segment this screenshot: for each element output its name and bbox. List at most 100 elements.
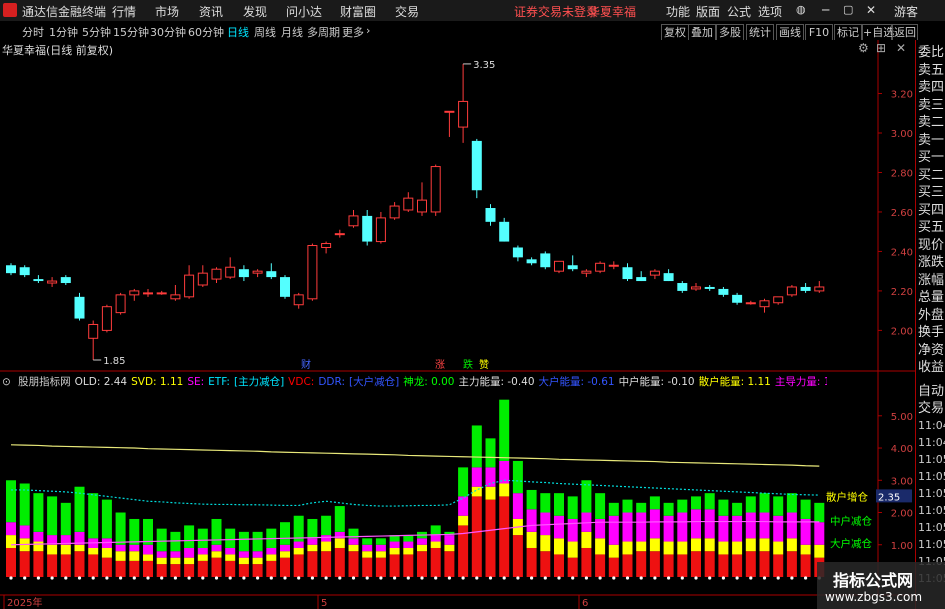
minimize-icon[interactable]: ─ (822, 3, 829, 17)
bar-magenta (252, 551, 263, 558)
quote-field-label[interactable]: 卖二 (918, 114, 945, 131)
bar-magenta (170, 551, 181, 558)
bar-yellow (773, 541, 784, 555)
baseline-dot (351, 576, 356, 580)
quote-field-label[interactable]: 买二 (918, 167, 945, 184)
quote-field-label[interactable]: 卖一 (918, 132, 945, 149)
price-axis-label: 3.20 (891, 90, 913, 101)
period-60min[interactable]: 60分钟 (188, 24, 224, 40)
bar-yellow (225, 554, 236, 561)
candle-body (718, 288, 729, 295)
quote-field-label[interactable]: 现价 (918, 237, 945, 254)
quote-field-label[interactable]: 买五 (918, 219, 945, 236)
baseline-dot (132, 576, 136, 580)
trade-tick-item[interactable]: 11:05 (918, 468, 945, 485)
period-monthly[interactable]: 月线 (281, 24, 303, 40)
bar-yellow (622, 541, 633, 555)
bar-red (608, 557, 619, 577)
quote-field-label[interactable]: 外盘 (918, 307, 945, 324)
bar-magenta (800, 518, 811, 545)
trade-tick-item[interactable]: 11:04 (918, 417, 945, 434)
quote-field-label[interactable]: 涨幅 (918, 272, 945, 289)
candle-body (170, 294, 181, 300)
bar-magenta (321, 535, 332, 542)
menu-quotes[interactable]: 行情 (112, 3, 136, 20)
guest-user[interactable]: 游客 (894, 3, 918, 20)
menu-trade[interactable]: 交易 (395, 3, 419, 20)
trade-status[interactable]: 证券交易未登录 (514, 3, 598, 20)
maximize-icon[interactable]: ▢ (843, 3, 853, 16)
trade-tick-item[interactable]: 11:05 (918, 536, 945, 553)
trade-tick-item[interactable]: 11:04 (918, 434, 945, 451)
candle-body (691, 286, 701, 290)
gear-icon[interactable]: ⚙ (858, 41, 869, 55)
bar-magenta (691, 509, 701, 539)
baseline-dot (680, 576, 684, 580)
period-multi[interactable]: 多周期 (307, 24, 340, 40)
bar-red (622, 554, 633, 577)
kline-chart[interactable]: 2.00 2.20 2.40 2.60 2.80 3.00 3.20 3.35 1.85 财 涨 跌赞… (0, 40, 917, 609)
candle-body (608, 264, 619, 267)
bar-yellow (211, 551, 222, 558)
quote-field-label[interactable]: 买四 (918, 202, 945, 219)
trade-tick-item[interactable]: 11:05 (918, 451, 945, 468)
period-daily[interactable]: 日线 (227, 24, 249, 40)
menu-options[interactable]: 选项 (758, 3, 782, 20)
period-15min[interactable]: 15分钟 (113, 24, 149, 40)
quote-field-label[interactable]: 涨跌 (918, 254, 945, 271)
quote-field-label[interactable]: 收益 (918, 359, 945, 376)
candle-body (211, 268, 222, 280)
quote-field-label[interactable]: 买一 (918, 149, 945, 166)
bar-red (375, 557, 386, 577)
quote-field-label[interactable]: 委比 (918, 44, 945, 61)
quote-field-label[interactable]: 换手 (918, 324, 945, 341)
menu-market[interactable]: 市场 (155, 3, 179, 20)
quote-field-label[interactable]: 卖五 (918, 62, 945, 79)
bar-red (745, 551, 756, 577)
quote-field-label[interactable]: 买三 (918, 184, 945, 201)
trade-tick-item[interactable]: 11:05 (918, 519, 945, 536)
quote-field-label[interactable]: 总量 (918, 289, 945, 306)
bar-red (362, 557, 373, 577)
trade-tick-item[interactable]: 自动 (918, 383, 945, 400)
bar-green (238, 531, 249, 552)
shield-icon[interactable]: ◍ (796, 3, 806, 16)
menu-wealth[interactable]: 财富圈 (340, 3, 376, 20)
event-tag: 赞 (479, 358, 489, 371)
trade-tick-item[interactable]: 11:05 (918, 485, 945, 502)
bar-magenta (375, 544, 386, 552)
period-weekly[interactable]: 周线 (254, 24, 276, 40)
bar-red (499, 496, 510, 577)
period-more[interactable]: 更多 (342, 24, 364, 40)
trade-tick-item[interactable]: 交易 (918, 400, 945, 417)
close-pane-icon[interactable]: ✕ (896, 41, 906, 55)
trade-tick-item[interactable]: 11:05 (918, 502, 945, 519)
menu-function[interactable]: 功能 (666, 3, 690, 20)
baseline-dot (64, 576, 68, 580)
bar-magenta (471, 467, 482, 487)
menu-news[interactable]: 资讯 (199, 3, 223, 20)
expand-icon[interactable]: ⊞ (876, 41, 886, 55)
menu-layout[interactable]: 版面 (696, 3, 720, 20)
value-box-label: 2.35 (878, 492, 900, 503)
indicator-dot-icon[interactable]: ⊙ (2, 376, 11, 388)
bar-yellow (74, 544, 85, 552)
menu-formula[interactable]: 公式 (727, 3, 751, 20)
period-5min[interactable]: 5分钟 (82, 24, 111, 40)
quote-field-label[interactable]: 卖四 (918, 79, 945, 96)
quote-field-label[interactable]: 卖三 (918, 97, 945, 114)
menu-discover[interactable]: 发现 (243, 3, 267, 20)
period-tick[interactable]: 分时 (22, 24, 44, 40)
bar-magenta (211, 544, 222, 552)
bar-yellow (417, 544, 427, 552)
bar-yellow (677, 541, 688, 555)
bar-yellow (375, 551, 386, 558)
menu-ask[interactable]: 问小达 (286, 3, 322, 20)
chevron-right-icon[interactable]: › (366, 24, 370, 37)
bar-magenta (33, 531, 44, 542)
close-icon[interactable]: ✕ (866, 3, 876, 17)
quote-field-label[interactable]: 净资 (918, 342, 945, 359)
bar-magenta (554, 515, 564, 539)
period-1min[interactable]: 1分钟 (49, 24, 78, 40)
period-30min[interactable]: 30分钟 (150, 24, 186, 40)
